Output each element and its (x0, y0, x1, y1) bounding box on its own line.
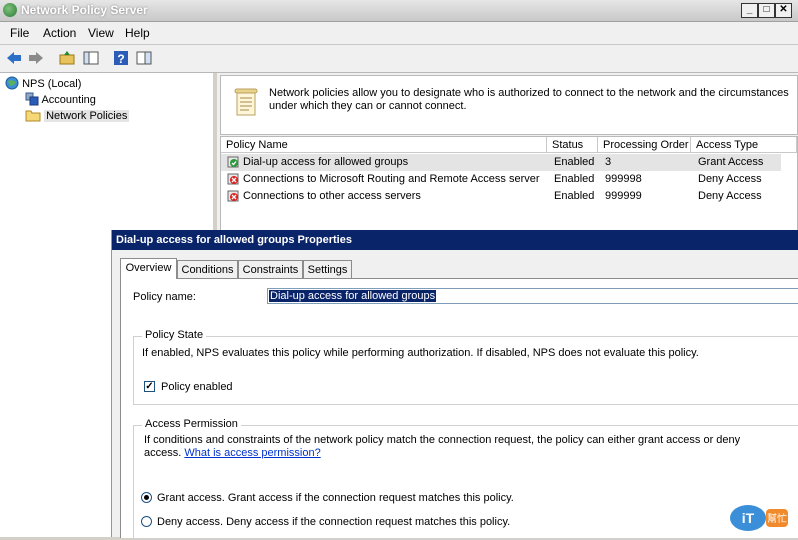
cell-access-type: Deny Access (698, 190, 762, 202)
tree-item-nps-local[interactable]: NPS (Local) (5, 76, 81, 90)
svg-text:幫忙: 幫忙 (767, 512, 787, 525)
close-button[interactable]: ✕ (775, 3, 792, 18)
deny-access-label[interactable]: Deny access. Deny access if the connecti… (157, 516, 510, 528)
menu-bar: File Action View Help (0, 22, 798, 45)
back-icon[interactable] (5, 49, 23, 67)
document-icon (234, 88, 258, 116)
menu-action[interactable]: Action (43, 26, 76, 40)
overview-panel: Policy name: Dial-up access for allowed … (120, 278, 798, 540)
policy-enabled-label[interactable]: Policy enabled (161, 381, 233, 393)
folder-icon (25, 110, 41, 122)
up-folder-icon[interactable] (58, 49, 76, 67)
menu-file[interactable]: File (10, 26, 29, 40)
cell-policy-name: Dial-up access for allowed groups (243, 156, 409, 168)
grant-access-label[interactable]: Grant access. Grant access if the connec… (157, 492, 514, 504)
cell-policy-name: Connections to Microsoft Routing and Rem… (243, 173, 540, 185)
help-icon[interactable]: ? (112, 49, 130, 67)
properties-dialog: Dial-up access for allowed groups Proper… (111, 230, 798, 540)
window-title: Network Policy Server (21, 3, 148, 17)
tab-overview[interactable]: Overview (120, 258, 177, 279)
svg-text:iT: iT (742, 510, 755, 526)
policy-name-input[interactable]: Dial-up access for allowed groups (267, 288, 798, 304)
menu-help[interactable]: Help (125, 26, 150, 40)
tree-item-network-policies[interactable]: Network Policies (25, 108, 130, 122)
toolbar: ? (0, 45, 798, 73)
cell-access-type: Grant Access (698, 156, 764, 168)
nps-window: Network Policy Server _ □ ✕ File Action … (0, 0, 798, 540)
access-permission-title: Access Permission (142, 418, 241, 430)
tab-constraints[interactable]: Constraints (238, 260, 303, 278)
tab-conditions[interactable]: Conditions (177, 260, 238, 278)
cell-status: Enabled (554, 173, 595, 185)
policy-state-title: Policy State (142, 329, 207, 341)
policy-state-description: If enabled, NPS evaluates this policy wh… (142, 347, 699, 359)
access-permission-group: Access Permission If conditions and cons… (133, 418, 798, 540)
table-row[interactable]: Dial-up access for allowed groups Enable… (221, 154, 781, 171)
policy-deny-icon (227, 173, 239, 185)
cell-status: Enabled (554, 156, 595, 168)
column-header-access-type[interactable]: Access Type (691, 137, 797, 153)
tree-label-accounting: Accounting (41, 94, 96, 106)
policy-grant-icon (227, 156, 239, 168)
tree-label-nps-local: NPS (Local) (22, 78, 82, 90)
menu-view[interactable]: View (88, 26, 114, 40)
cell-status: Enabled (554, 190, 595, 202)
minimize-button[interactable]: _ (741, 3, 758, 18)
tab-settings[interactable]: Settings (303, 260, 352, 278)
accounting-icon (25, 92, 39, 106)
ithome-watermark-logo: iT 幫忙 (730, 505, 788, 531)
policy-name-label: Policy name: (133, 291, 196, 303)
show-hide-tree-icon[interactable] (82, 49, 100, 67)
what-is-access-permission-link[interactable]: What is access permission? (184, 447, 320, 459)
title-bar[interactable]: Network Policy Server _ □ ✕ (0, 0, 798, 22)
access-permission-description-cont: access. What is access permission? (144, 447, 321, 459)
cell-policy-name: Connections to other access servers (243, 190, 421, 202)
info-panel: Network policies allow you to designate … (220, 75, 798, 135)
info-text: Network policies allow you to designate … (269, 87, 789, 112)
dialog-title[interactable]: Dial-up access for allowed groups Proper… (112, 230, 798, 250)
policy-enabled-checkbox[interactable]: ✓ (144, 381, 155, 392)
policy-name-value: Dial-up access for allowed groups (269, 290, 437, 302)
table-row[interactable]: Connections to other access servers Enab… (221, 188, 781, 205)
deny-access-radio[interactable] (141, 516, 152, 527)
grant-access-radio[interactable] (141, 492, 152, 503)
globe-icon (5, 76, 19, 90)
table-row[interactable]: Connections to Microsoft Routing and Rem… (221, 171, 781, 188)
nps-app-icon (3, 3, 17, 17)
tree-item-accounting[interactable]: Accounting (25, 92, 96, 106)
column-header-status[interactable]: Status (547, 137, 598, 153)
policy-deny-icon (227, 190, 239, 202)
forward-icon[interactable] (27, 49, 45, 67)
maximize-button[interactable]: □ (758, 3, 775, 18)
policy-state-group: Policy State If enabled, NPS evaluates t… (133, 329, 798, 405)
cell-access-type: Deny Access (698, 173, 762, 185)
column-header-processing-order[interactable]: Processing Order (598, 137, 691, 153)
access-permission-description: If conditions and constraints of the net… (144, 434, 741, 446)
properties-pane-icon[interactable] (135, 49, 153, 67)
column-header-policy-name[interactable]: Policy Name (221, 137, 547, 153)
access-permission-description-end: access. (144, 447, 182, 459)
tree-label-network-policies: Network Policies (44, 110, 130, 122)
svg-text:?: ? (117, 52, 124, 66)
cell-processing-order: 999999 (605, 190, 642, 202)
cell-processing-order: 999998 (605, 173, 642, 185)
cell-processing-order: 3 (605, 156, 612, 168)
